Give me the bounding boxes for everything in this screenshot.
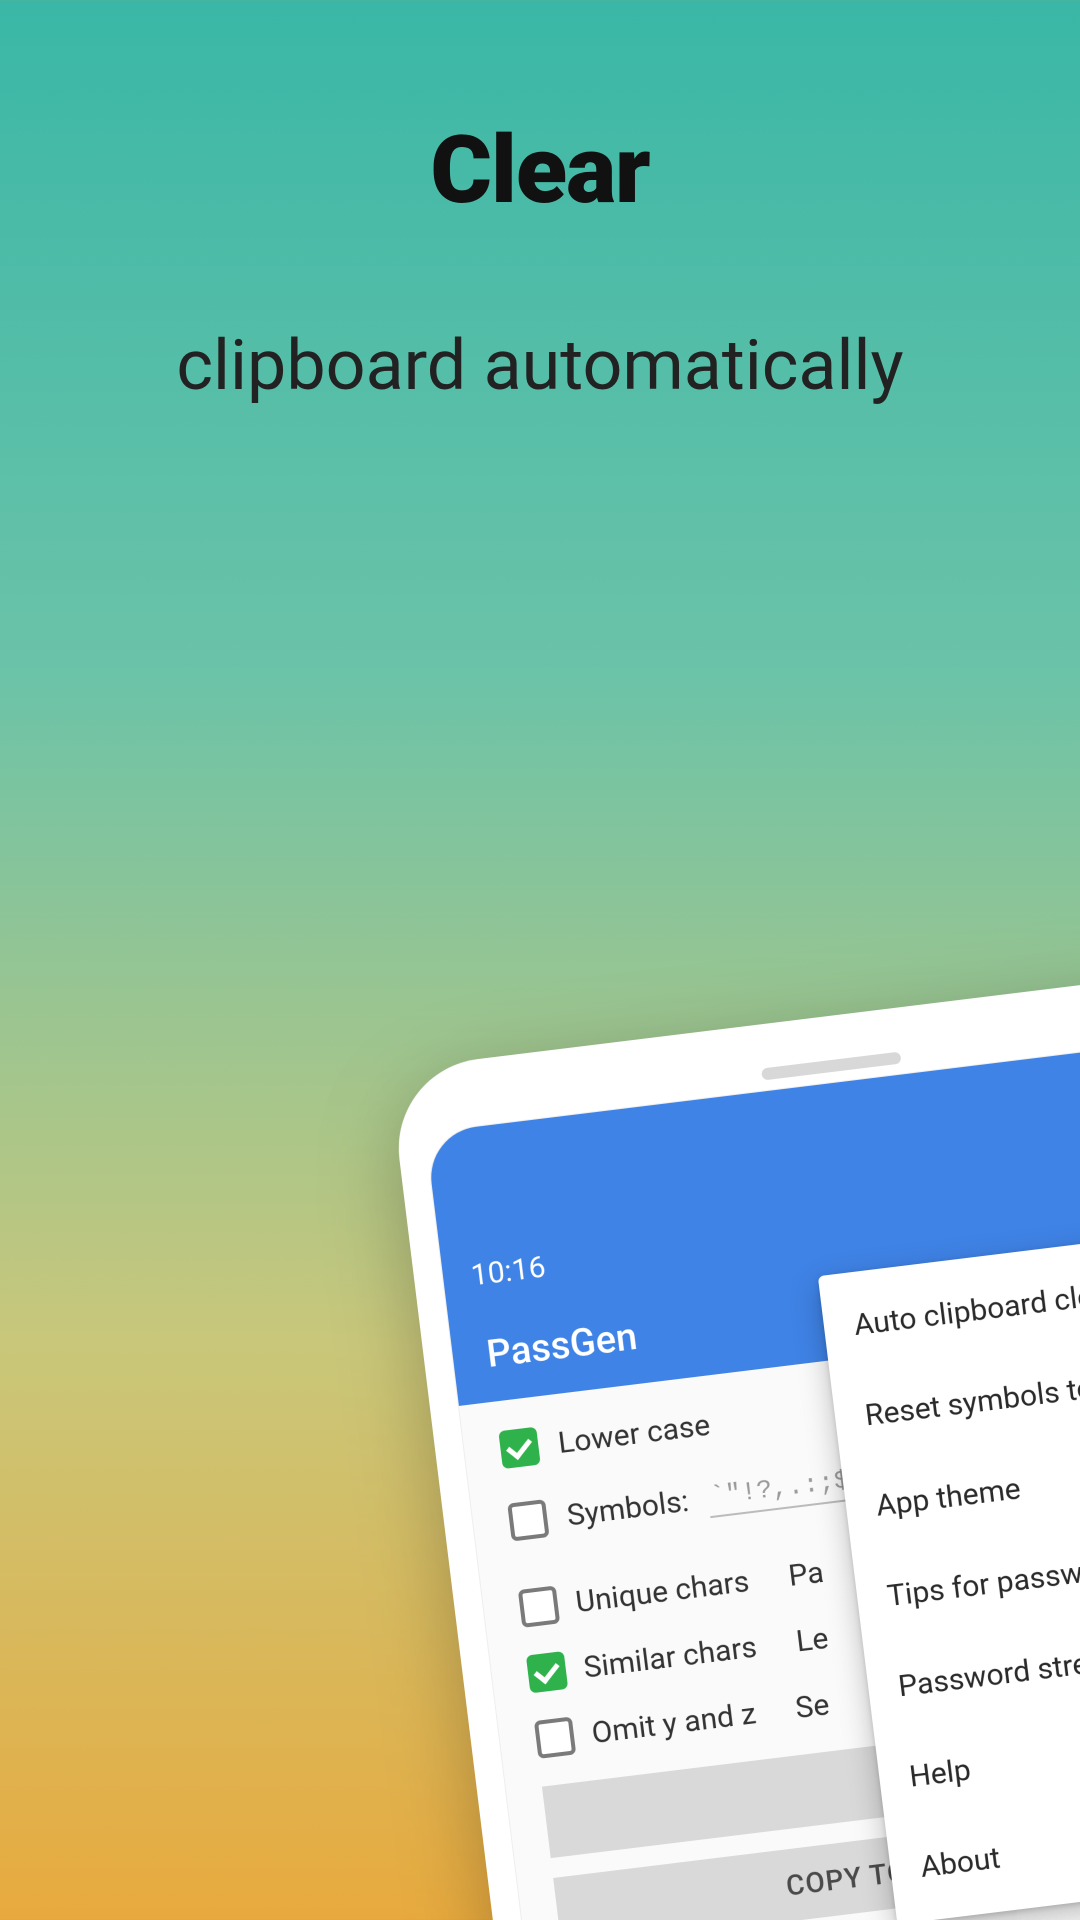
menu-label: Password strength	[896, 1639, 1080, 1704]
label-omit-yz-right: Se	[793, 1687, 831, 1726]
label-lower-case: Lower case	[556, 1407, 712, 1460]
menu-label: Help	[907, 1752, 972, 1794]
label-symbols: Symbols:	[565, 1483, 691, 1533]
status-clock: 10:16	[469, 1250, 547, 1294]
app-title: PassGen	[484, 1314, 639, 1376]
label-omit-yz: Omit y and z	[590, 1696, 758, 1751]
app-screen: 10:16 PassGen Lower case Symbols:	[424, 1032, 1080, 1920]
menu-label: About	[919, 1841, 1003, 1885]
checkbox-omit-yz[interactable]	[534, 1717, 576, 1759]
promo-subtitle: clipboard automatically	[0, 325, 1080, 407]
label-similar-right: Le	[794, 1620, 830, 1659]
label-similar: Similar chars	[582, 1629, 759, 1685]
checkbox-similar[interactable]	[526, 1651, 568, 1693]
promo-title: Clear	[0, 115, 1080, 225]
phone-frame: 10:16 PassGen Lower case Symbols:	[388, 963, 1080, 1920]
menu-label: Reset symbols to default	[863, 1358, 1080, 1433]
menu-label: App theme	[874, 1471, 1022, 1523]
checkbox-lower-case[interactable]	[498, 1427, 540, 1469]
menu-label: Auto clipboard clearing	[852, 1271, 1080, 1343]
phone-mockup: 10:16 PassGen Lower case Symbols:	[388, 963, 1080, 1920]
checkbox-unique[interactable]	[518, 1586, 560, 1628]
promo-headline: Clear clipboard automatically	[0, 115, 1080, 407]
label-unique-right: Pa	[786, 1554, 825, 1593]
checkbox-symbols[interactable]	[507, 1499, 549, 1541]
menu-label: Tips for passwords	[885, 1548, 1080, 1614]
